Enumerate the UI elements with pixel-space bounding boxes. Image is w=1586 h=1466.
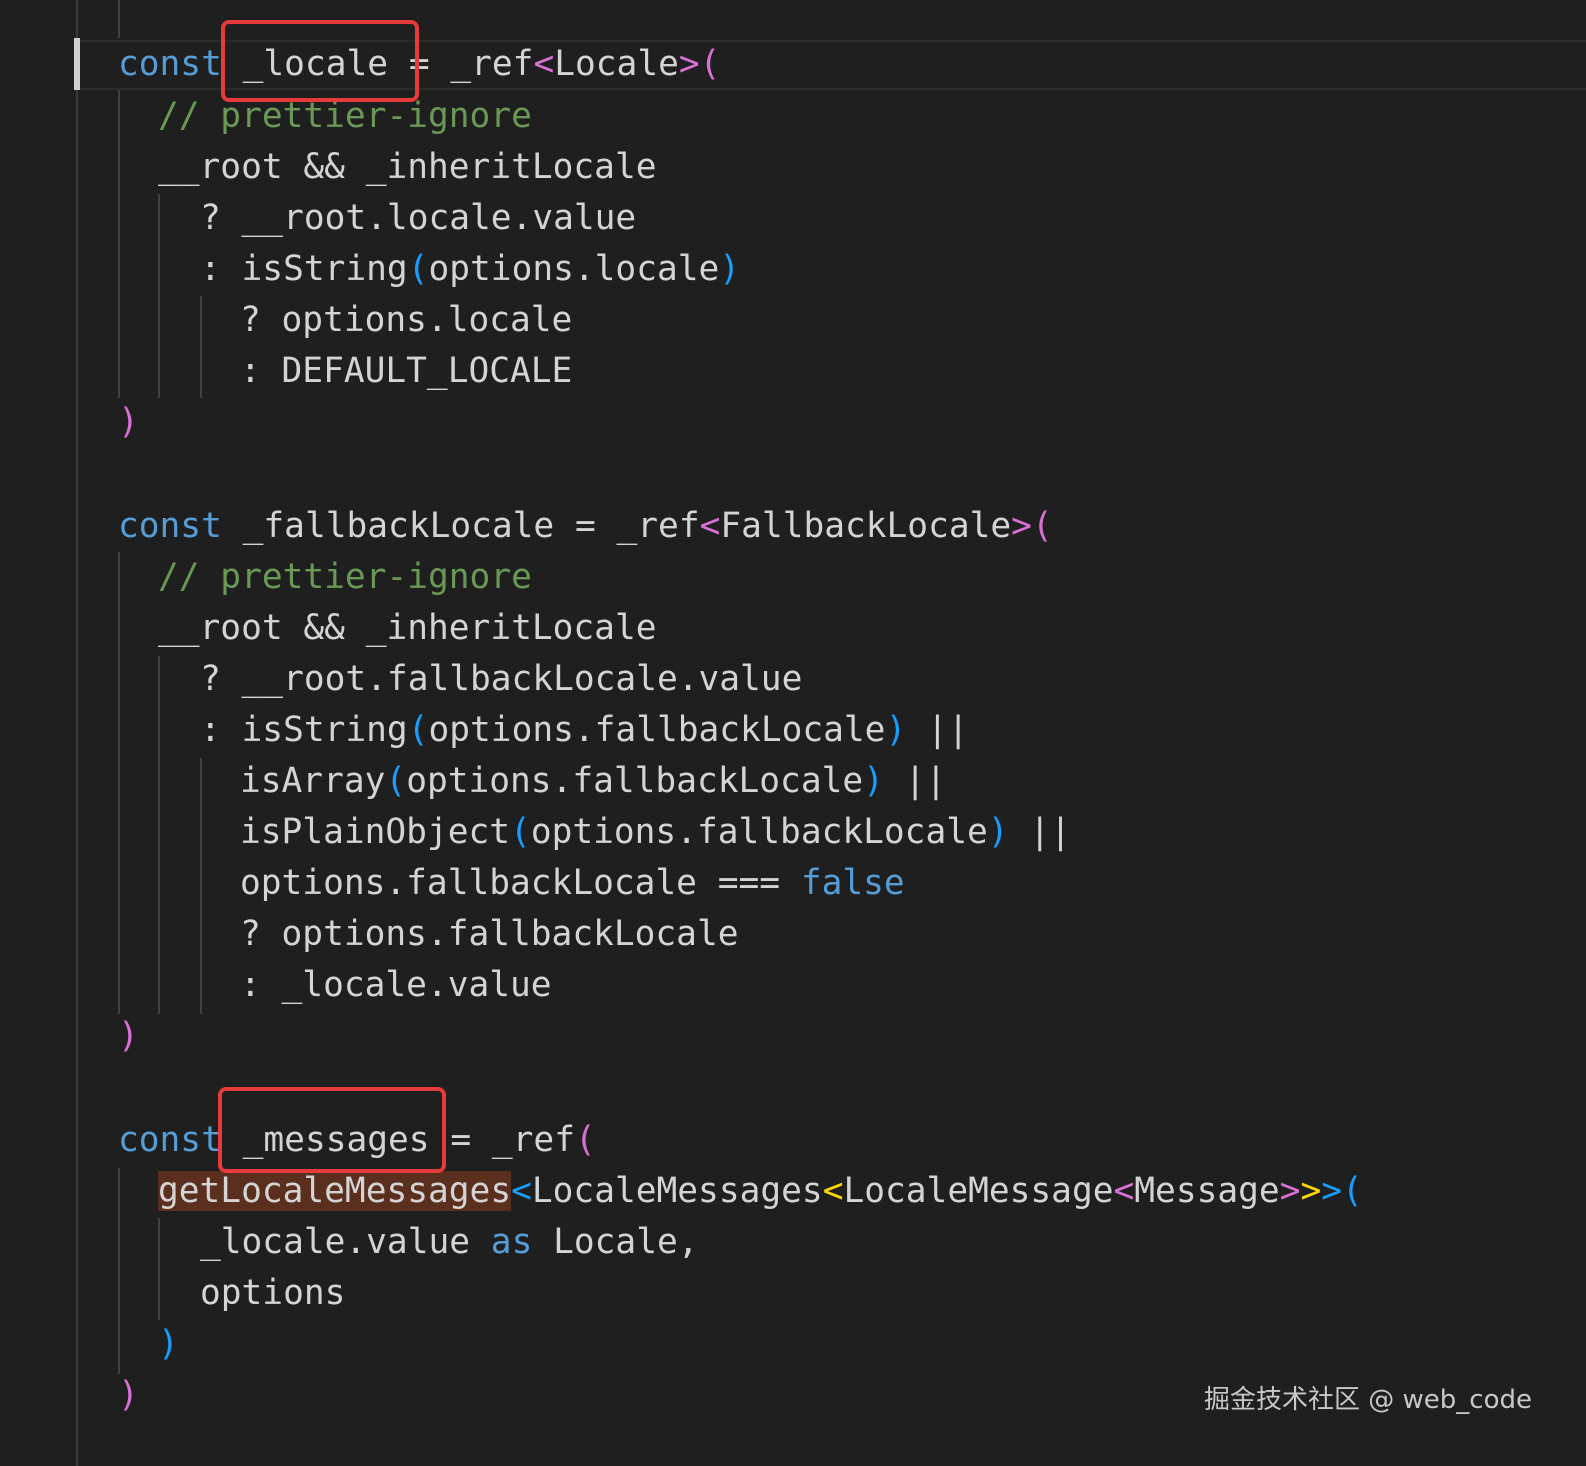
code-line: __root && _inheritLocale	[158, 608, 657, 648]
code-line[interactable]: const _locale = _ref<Locale>(	[118, 38, 720, 90]
code-line[interactable]: const _fallbackLocale = _ref<FallbackLoc…	[118, 500, 1053, 552]
closing-paren: )	[158, 1324, 179, 1364]
code-line: : _locale.value	[240, 965, 552, 1005]
indent-guide	[118, 552, 120, 1014]
code-line: ? __root.fallbackLocale.value	[200, 659, 803, 699]
indent-guide	[118, 0, 120, 38]
closing-paren: )	[118, 1016, 139, 1056]
code-line: options.fallbackLocale === false	[240, 863, 905, 903]
highlighted-function: getLocaleMessages	[158, 1171, 512, 1211]
code-line: : isString(options.locale)	[200, 249, 741, 289]
indent-guide	[200, 758, 202, 1014]
code-line: : isString(options.fallbackLocale) ||	[200, 710, 969, 750]
code-comment: // prettier-ignore	[158, 557, 532, 597]
code-line: ? options.locale	[240, 300, 573, 340]
indent-guide	[118, 90, 120, 398]
code-editor[interactable]: const _locale = _ref<Locale>( // prettie…	[0, 0, 1586, 1466]
annotation-box-locale	[221, 20, 419, 102]
code-line: options	[200, 1273, 346, 1313]
gutter-border	[76, 0, 78, 1466]
annotation-box-messages	[218, 1087, 446, 1173]
indent-guide	[118, 1168, 120, 1374]
watermark: 掘金技术社区 @ web_code	[1204, 1385, 1532, 1415]
code-line: __root && _inheritLocale	[158, 147, 657, 187]
code-line: isPlainObject(options.fallbackLocale) ||	[240, 812, 1071, 852]
cursor-indicator	[74, 38, 80, 90]
code-line: isArray(options.fallbackLocale) ||	[240, 761, 947, 801]
indent-guide	[158, 194, 160, 398]
closing-paren: )	[118, 402, 139, 442]
indent-guide	[158, 1218, 160, 1320]
closing-paren: )	[118, 1375, 139, 1415]
code-line: _locale.value as Locale,	[200, 1222, 699, 1262]
code-line: : DEFAULT_LOCALE	[240, 351, 573, 391]
indent-guide	[200, 296, 202, 398]
code-line: ? __root.locale.value	[200, 198, 637, 238]
indent-guide	[158, 656, 160, 1014]
code-line: ? options.fallbackLocale	[240, 914, 739, 954]
